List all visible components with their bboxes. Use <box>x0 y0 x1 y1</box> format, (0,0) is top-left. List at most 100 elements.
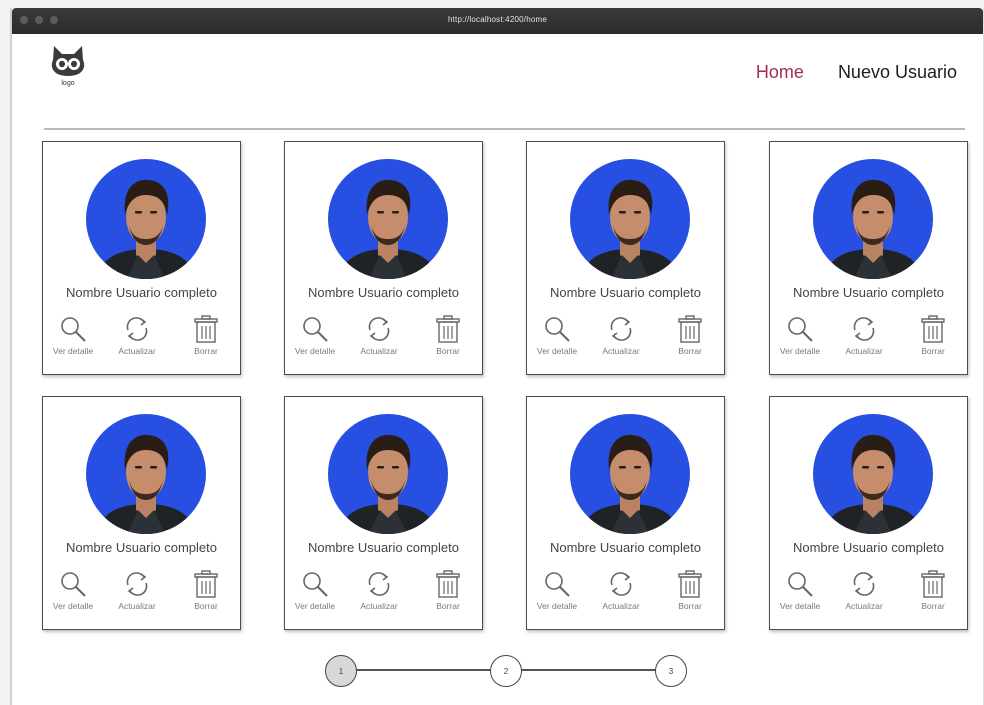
view-detail-button[interactable]: Ver detalle <box>527 569 587 611</box>
update-button[interactable]: Actualizar <box>349 314 409 356</box>
view-detail-button[interactable]: Ver detalle <box>43 569 103 611</box>
card-actions: Ver detalle Actualizar Borrar <box>285 569 482 619</box>
card-actions: Ver detalle Actualizar Borrar <box>43 314 240 364</box>
delete-label: Borrar <box>436 601 460 611</box>
search-icon <box>545 572 570 597</box>
view-detail-label: Ver detalle <box>536 346 578 356</box>
nav-nuevo-usuario-link[interactable]: Nuevo Usuario <box>838 62 957 83</box>
user-full-name: Nombre Usuario completo <box>307 285 459 300</box>
update-button[interactable]: Actualizar <box>834 569 894 611</box>
refresh-icon <box>853 317 875 341</box>
card-actions: Ver detalle Actualizar Borrar <box>770 569 967 619</box>
delete-button[interactable]: Borrar <box>418 569 478 611</box>
user-card: Nombre Usuario completo Ver detalle Actu… <box>42 141 241 375</box>
update-button[interactable]: Actualizar <box>591 569 651 611</box>
delete-button[interactable]: Borrar <box>660 569 720 611</box>
user-full-name: Nombre Usuario completo <box>65 540 217 555</box>
card-actions: Ver detalle Actualizar Borrar <box>770 314 967 364</box>
header-divider <box>44 128 965 130</box>
search-icon <box>788 317 813 342</box>
user-avatar <box>813 414 933 534</box>
user-avatar <box>570 414 690 534</box>
view-detail-label: Ver detalle <box>294 346 336 356</box>
update-label: Actualizar <box>360 601 398 611</box>
view-detail-button[interactable]: Ver detalle <box>285 314 345 356</box>
nav-home-link[interactable]: Home <box>756 62 804 83</box>
delete-label: Borrar <box>194 601 218 611</box>
delete-button[interactable]: Borrar <box>903 314 963 356</box>
refresh-icon <box>610 317 632 341</box>
delete-label: Borrar <box>436 346 460 356</box>
view-detail-label: Ver detalle <box>779 346 821 356</box>
user-card: Nombre Usuario completo Ver detalle Actu… <box>42 396 241 630</box>
user-full-name: Nombre Usuario completo <box>792 285 944 300</box>
user-full-name: Nombre Usuario completo <box>792 540 944 555</box>
trash-icon <box>194 570 218 598</box>
trash-icon <box>436 570 460 598</box>
trash-icon <box>678 570 702 598</box>
delete-label: Borrar <box>678 601 702 611</box>
user-card: Nombre Usuario completo Ver detalle Actu… <box>526 396 725 630</box>
update-label: Actualizar <box>602 346 640 356</box>
user-avatar <box>328 414 448 534</box>
url-bar[interactable]: http://localhost:4200/home <box>12 15 983 24</box>
user-card: Nombre Usuario completo Ver detalle Actu… <box>284 141 483 375</box>
view-detail-button[interactable]: Ver detalle <box>43 314 103 356</box>
page-2-button[interactable]: 2 <box>490 655 522 687</box>
view-detail-button[interactable]: Ver detalle <box>770 314 830 356</box>
view-detail-label: Ver detalle <box>52 601 94 611</box>
delete-label: Borrar <box>921 346 945 356</box>
update-button[interactable]: Actualizar <box>107 314 167 356</box>
search-icon <box>61 317 86 342</box>
page-1-button[interactable]: 1 <box>325 655 357 687</box>
search-icon <box>303 572 328 597</box>
cat-logo-icon[interactable]: logo <box>48 42 88 88</box>
trash-icon <box>921 570 945 598</box>
delete-button[interactable]: Borrar <box>176 314 236 356</box>
update-button[interactable]: Actualizar <box>107 569 167 611</box>
app-header: logo Home Nuevo Usuario <box>12 34 983 130</box>
update-button[interactable]: Actualizar <box>349 569 409 611</box>
delete-label: Borrar <box>921 601 945 611</box>
user-avatar <box>570 159 690 279</box>
refresh-icon <box>610 572 632 596</box>
view-detail-button[interactable]: Ver detalle <box>770 569 830 611</box>
delete-button[interactable]: Borrar <box>176 569 236 611</box>
view-detail-label: Ver detalle <box>779 601 821 611</box>
refresh-icon <box>126 572 148 596</box>
view-detail-button[interactable]: Ver detalle <box>527 314 587 356</box>
user-avatar <box>86 159 206 279</box>
user-card: Nombre Usuario completo Ver detalle Actu… <box>526 141 725 375</box>
view-detail-label: Ver detalle <box>52 346 94 356</box>
card-actions: Ver detalle Actualizar Borrar <box>43 569 240 619</box>
update-button[interactable]: Actualizar <box>834 314 894 356</box>
user-card: Nombre Usuario completo Ver detalle Actu… <box>769 141 968 375</box>
view-detail-label: Ver detalle <box>536 601 578 611</box>
update-label: Actualizar <box>845 601 883 611</box>
view-detail-label: Ver detalle <box>294 601 336 611</box>
delete-button[interactable]: Borrar <box>418 314 478 356</box>
delete-button[interactable]: Borrar <box>660 314 720 356</box>
title-bar: http://localhost:4200/home <box>12 8 983 34</box>
delete-button[interactable]: Borrar <box>903 569 963 611</box>
search-icon <box>788 572 813 597</box>
delete-label: Borrar <box>194 346 218 356</box>
browser-window: http://localhost:4200/home logo Home Nue… <box>10 8 984 705</box>
search-icon <box>303 317 328 342</box>
update-button[interactable]: Actualizar <box>591 314 651 356</box>
update-label: Actualizar <box>360 346 398 356</box>
search-icon <box>61 572 86 597</box>
trash-icon <box>436 315 460 343</box>
page-3-button[interactable]: 3 <box>655 655 687 687</box>
pagination: 1 2 3 <box>325 652 705 688</box>
trash-icon <box>921 315 945 343</box>
card-actions: Ver detalle Actualizar Borrar <box>527 569 724 619</box>
update-label: Actualizar <box>602 601 640 611</box>
logo-text: logo <box>61 80 74 87</box>
delete-label: Borrar <box>678 346 702 356</box>
user-avatar <box>86 414 206 534</box>
user-full-name: Nombre Usuario completo <box>549 540 701 555</box>
update-label: Actualizar <box>845 346 883 356</box>
view-detail-button[interactable]: Ver detalle <box>285 569 345 611</box>
refresh-icon <box>368 317 390 341</box>
